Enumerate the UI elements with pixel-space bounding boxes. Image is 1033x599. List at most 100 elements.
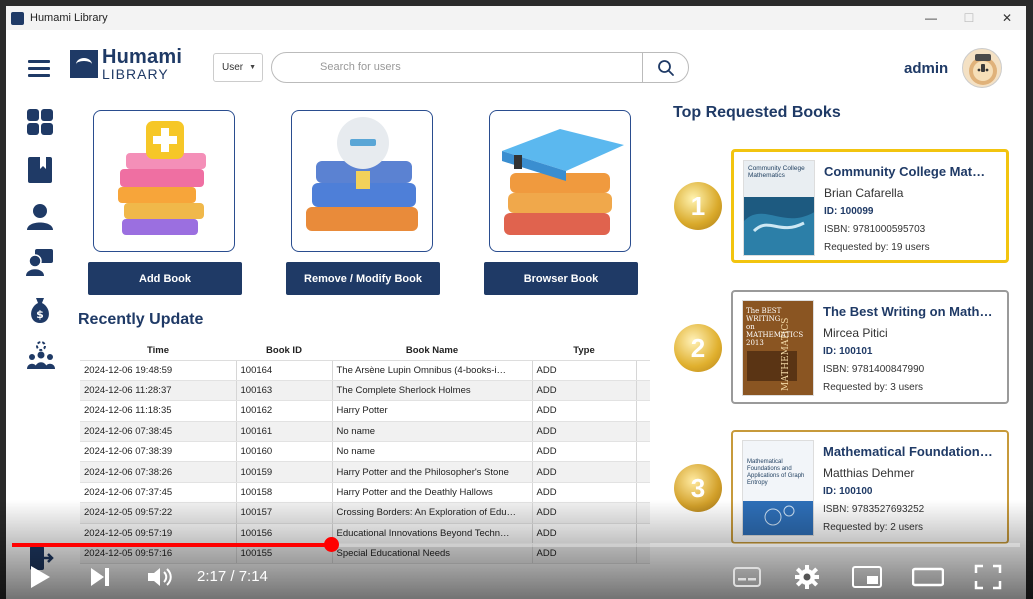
cell-time: 2024-12-05 09:57:19: [80, 523, 237, 545]
remove-book-card[interactable]: [291, 110, 433, 252]
dashboard-icon[interactable]: [26, 108, 54, 136]
rank-3-medal-icon: 3: [674, 464, 722, 512]
remove-modify-book-button[interactable]: Remove / Modify Book: [286, 262, 440, 295]
cell-book-id: 100156: [236, 523, 333, 545]
cell-book-id: 100158: [236, 482, 333, 504]
settings-button[interactable]: [794, 562, 820, 592]
table-row[interactable]: 2024-12-05 09:57:19 100156 Educational Inn…: [80, 523, 650, 545]
search-button[interactable]: [642, 53, 688, 82]
book-title-2: The Best Writing on Math…: [823, 304, 993, 319]
cell-book-name: The Complete Sherlock Holmes: [332, 380, 533, 402]
table-row[interactable]: 2024-12-06 07:38:45 100161 No name ADD: [80, 421, 650, 443]
column-header-book-name[interactable]: Book Name: [332, 342, 532, 361]
table-row[interactable]: 2024-12-06 07:38:26 100159 Harry Potter an…: [80, 461, 650, 483]
book-id-3: ID: 100100: [823, 486, 873, 497]
volume-button[interactable]: [146, 562, 174, 592]
table-row[interactable]: 2024-12-06 11:18:35 100162 Harry Potter ADD: [80, 400, 650, 422]
browse-book-card[interactable]: [489, 110, 631, 252]
logo-mark-icon: [70, 50, 98, 78]
video-scrubber-handle[interactable]: [324, 537, 339, 552]
play-button[interactable]: [28, 562, 52, 592]
rank-2-number: 2: [690, 332, 706, 363]
top-book-card-1[interactable]: Community College Mathematics Community …: [731, 149, 1009, 263]
subtitles-button[interactable]: [733, 562, 761, 592]
users-icon[interactable]: [26, 248, 54, 276]
user-icon[interactable]: [26, 202, 54, 230]
table-row[interactable]: 2024-12-06 19:48:59 100164 The Arsène Lupi…: [80, 360, 650, 381]
top-book-card-3[interactable]: Mathematical Foundations and Application…: [731, 430, 1009, 544]
cell-book-id: 100162: [236, 400, 333, 422]
cell-spacer: [636, 380, 650, 402]
column-header-type[interactable]: Type: [532, 342, 636, 361]
cell-spacer: [636, 421, 650, 443]
avatar[interactable]: [962, 48, 1002, 88]
add-book-button[interactable]: Add Book: [88, 262, 242, 295]
close-button[interactable]: ✕: [988, 6, 1026, 30]
video-time: 2:17 / 7:14: [197, 568, 268, 585]
cell-book-name: Educational Innovations Beyond Techn…: [332, 523, 533, 545]
book-requested-1: Requested by: 19 users: [824, 242, 930, 253]
remove-book-illustration-icon: [306, 117, 418, 231]
user-type-value: User: [222, 62, 244, 73]
cell-book-name: Harry Potter and the Deathly Hallows: [332, 482, 533, 504]
window-controls: — ☐ ✕: [912, 6, 1026, 30]
next-button[interactable]: [88, 562, 112, 592]
team-settings-icon[interactable]: [26, 340, 55, 369]
book-author-3: Matthias Dehmer: [823, 466, 915, 480]
header: Humami LIBRARY User ▼ Search for users a…: [6, 30, 1026, 100]
video-progress-fill: [12, 543, 331, 547]
cell-spacer: [636, 360, 650, 381]
app-icon: [11, 11, 24, 25]
add-book-card[interactable]: [93, 110, 235, 252]
table-row[interactable]: 2024-12-06 07:37:45 100158 Harry Potter an…: [80, 482, 650, 504]
browse-book-button[interactable]: Browser Book: [484, 262, 638, 295]
cell-spacer: [636, 400, 650, 422]
maximize-button[interactable]: ☐: [950, 6, 988, 30]
cell-time: 2024-12-06 07:38:26: [80, 461, 237, 483]
recent-update-title: Recently Update: [78, 311, 204, 328]
video-progress-bar[interactable]: [12, 537, 1020, 552]
money-bag-icon[interactable]: $: [26, 296, 54, 324]
cell-book-name: Harry Potter and the Philosopher's Stone: [332, 461, 533, 483]
top-book-card-2[interactable]: MATHEMATICS The BEST WRITING on MATHEMAT…: [731, 290, 1009, 404]
column-header-book-id[interactable]: Book ID: [236, 342, 332, 361]
user-type-select[interactable]: User ▼: [213, 53, 263, 82]
book-cover-2: MATHEMATICS The BEST WRITING on MATHEMAT…: [742, 300, 814, 396]
theater-mode-button[interactable]: [912, 562, 944, 592]
app-window: Humami Library — ☐ ✕ Humami LIBRARY User…: [6, 6, 1026, 599]
svg-text:$: $: [36, 308, 44, 321]
top-requested-title: Top Requested Books: [673, 104, 841, 121]
fullscreen-button[interactable]: [974, 562, 1002, 592]
volume-icon: [148, 568, 172, 586]
subtitles-icon: [733, 567, 761, 587]
cell-book-name: The Arsène Lupin Omnibus (4-books-i…: [332, 360, 533, 381]
cell-spacer: [636, 523, 650, 545]
video-player[interactable]: Humami Library — ☐ ✕ Humami LIBRARY User…: [0, 0, 1033, 599]
book-icon[interactable]: [26, 156, 54, 184]
book-id-2: ID: 100101: [823, 346, 873, 357]
brand-subtitle: LIBRARY: [102, 66, 169, 82]
search-field[interactable]: Search for users: [271, 52, 689, 83]
add-book-illustration-icon: [118, 121, 206, 235]
table-row[interactable]: 2024-12-05 09:57:22 100157 Crossing Border…: [80, 502, 650, 524]
cell-type: ADD: [532, 482, 637, 504]
cell-book-name: No name: [332, 421, 533, 443]
hamburger-menu-icon[interactable]: [28, 60, 50, 77]
admin-name: admin: [904, 60, 949, 77]
cell-book-name: Crossing Borders: An Exploration of Edu…: [332, 502, 533, 524]
cell-spacer: [636, 502, 650, 524]
chevron-down-icon: ▼: [249, 64, 257, 71]
column-header-spacer: [636, 342, 650, 361]
minimize-button[interactable]: —: [912, 6, 950, 30]
column-header-time[interactable]: Time: [80, 342, 236, 361]
title-bar: Humami Library — ☐ ✕: [6, 6, 1026, 30]
cell-book-id: 100159: [236, 461, 333, 483]
table-row[interactable]: 2024-12-06 11:28:37 100163 The Complete Sh…: [80, 380, 650, 402]
miniplayer-button[interactable]: [852, 562, 882, 592]
table-row[interactable]: 2024-12-06 07:38:39 100160 No name ADD: [80, 441, 650, 463]
cell-spacer: [636, 482, 650, 504]
book-id-1: ID: 100099: [824, 206, 874, 217]
fullscreen-icon: [974, 564, 1002, 590]
cell-type: ADD: [532, 441, 637, 463]
book-requested-3: Requested by: 2 users: [823, 522, 924, 533]
